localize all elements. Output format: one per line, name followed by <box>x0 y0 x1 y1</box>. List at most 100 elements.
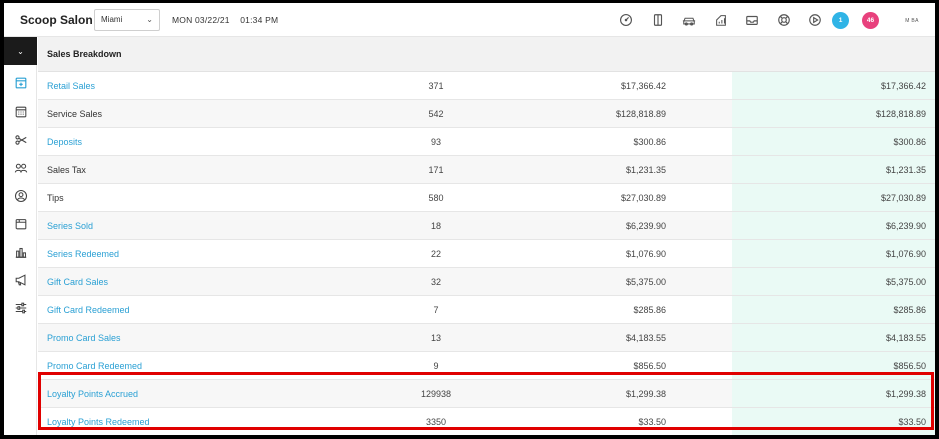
row-amount: $1,231.35 <box>625 165 666 175</box>
row-label[interactable]: Promo Card Sales <box>47 324 121 352</box>
user-avatar[interactable]: M BA <box>900 12 924 29</box>
row-amount: $1,076.90 <box>625 249 666 259</box>
table-row: $285.86 Gift Card Redeemed 7 $285.86 <box>38 296 935 324</box>
row-total: $300.86 <box>732 128 935 155</box>
row-total: $1,299.38 <box>732 380 935 407</box>
lifebuoy-icon[interactable] <box>774 10 794 30</box>
row-label[interactable]: Gift Card Redeemed <box>47 296 130 324</box>
table-row: $4,183.55 Promo Card Sales 13 $4,183.55 <box>38 324 935 352</box>
table-row: $1,076.90 Series Redeemed 22 $1,076.90 <box>38 240 935 268</box>
row-quantity: 32 <box>430 277 441 287</box>
calendar-icon[interactable] <box>12 103 29 120</box>
table-row: $5,375.00 Gift Card Sales 32 $5,375.00 <box>38 268 935 296</box>
chevron-down-icon: ⌄ <box>146 15 153 24</box>
row-total: $4,183.55 <box>732 324 935 351</box>
section-title-text: Sales Breakdown <box>47 49 122 59</box>
row-total: $285.86 <box>732 296 935 323</box>
row-total: $17,366.42 <box>732 72 935 99</box>
sidebar: ⌄ <box>4 37 37 435</box>
clients-icon[interactable] <box>12 159 29 176</box>
row-quantity: 13 <box>430 333 441 343</box>
reports-icon[interactable] <box>12 243 29 260</box>
row-label[interactable]: Gift Card Sales <box>47 268 108 296</box>
table-row: $1,299.38 Loyalty Points Accrued 129938 $1,… <box>38 380 935 408</box>
add-appointment-icon[interactable] <box>12 74 29 91</box>
row-label[interactable]: Promo Card Redeemed <box>47 352 142 380</box>
row-amount: $5,375.00 <box>625 277 666 287</box>
user-circle-icon[interactable] <box>12 187 29 204</box>
table-body: $17,366.42 Retail Sales 371 $17,366.42 $128,… <box>38 72 935 435</box>
car-icon[interactable] <box>679 10 699 30</box>
datetime-display: MON 03/22/21 01:34 PM <box>172 15 278 25</box>
top-icon-bar <box>616 10 837 30</box>
top-bar: Scoop Salon Miami ⌄ MON 03/22/21 01:34 P… <box>4 3 935 37</box>
location-select[interactable]: Miami ⌄ <box>94 8 160 31</box>
row-quantity: 93 <box>430 137 441 147</box>
row-label[interactable]: Series Redeemed <box>47 240 119 268</box>
chevron-down-icon: ⌄ <box>17 46 24 56</box>
table-row: $33.50 Loyalty Points Redeemed 3350 $33.50 <box>38 408 935 435</box>
app-window: Scoop Salon Miami ⌄ MON 03/22/21 01:34 P… <box>4 3 935 435</box>
row-quantity: 580 <box>428 193 444 203</box>
row-amount: $33.50 <box>638 417 666 427</box>
current-date: MON 03/22/21 <box>172 14 230 25</box>
row-quantity: 171 <box>428 165 444 175</box>
row-quantity: 3350 <box>425 417 447 427</box>
table-row: $6,239.90 Series Sold 18 $6,239.90 <box>38 212 935 240</box>
row-amount: $285.86 <box>633 305 666 315</box>
row-amount: $4,183.55 <box>625 333 666 343</box>
row-quantity: 371 <box>428 81 444 91</box>
sales-breakdown-table: Sales Breakdown $17,366.42 Retail Sales 37… <box>38 37 935 435</box>
scissors-icon[interactable] <box>12 131 29 148</box>
register-icon[interactable] <box>12 215 29 232</box>
chart-clipboard-icon[interactable] <box>711 10 731 30</box>
app-title: Scoop Salon <box>20 12 93 27</box>
row-quantity: 542 <box>428 109 444 119</box>
row-quantity: 7 <box>433 305 439 315</box>
row-amount: $17,366.42 <box>620 81 666 91</box>
sidebar-toggle[interactable]: ⌄ <box>4 37 37 65</box>
table-row: $300.86 Deposits 93 $300.86 <box>38 128 935 156</box>
message-badge[interactable]: 46 <box>862 12 879 29</box>
play-circle-icon[interactable] <box>805 10 825 30</box>
inbox-icon[interactable] <box>742 10 762 30</box>
notification-badge[interactable]: 1 <box>832 12 849 29</box>
row-amount: $300.86 <box>633 137 666 147</box>
row-total: $6,239.90 <box>732 212 935 239</box>
row-label[interactable]: Loyalty Points Redeemed <box>47 408 150 435</box>
row-amount: $6,239.90 <box>625 221 666 231</box>
table-row: $27,030.89 Tips 580 $27,030.89 <box>38 184 935 212</box>
door-icon[interactable] <box>648 10 668 30</box>
row-amount: $128,818.89 <box>615 109 666 119</box>
row-total: $1,231.35 <box>732 156 935 183</box>
table-row: $1,231.35 Sales Tax 171 $1,231.35 <box>38 156 935 184</box>
row-quantity: 129938 <box>420 389 452 399</box>
row-total: $33.50 <box>732 408 935 435</box>
sliders-icon[interactable] <box>12 299 29 316</box>
row-total: $856.50 <box>732 352 935 379</box>
table-row: $128,818.89 Service Sales 542 $128,818.89 <box>38 100 935 128</box>
row-label[interactable]: Retail Sales <box>47 72 95 100</box>
row-label: Sales Tax <box>47 165 86 175</box>
row-quantity: 9 <box>433 361 439 371</box>
row-label[interactable]: Deposits <box>47 128 82 156</box>
row-total: $27,030.89 <box>732 184 935 211</box>
section-title: Sales Breakdown <box>38 37 935 72</box>
current-time: 01:34 PM <box>240 14 279 25</box>
row-amount: $856.50 <box>633 361 666 371</box>
megaphone-icon[interactable] <box>12 271 29 288</box>
row-total: $1,076.90 <box>732 240 935 267</box>
row-quantity: 18 <box>430 221 441 231</box>
speedometer-icon[interactable] <box>616 10 636 30</box>
table-row: $856.50 Promo Card Redeemed 9 $856.50 <box>38 352 935 380</box>
table-row: $17,366.42 Retail Sales 371 $17,366.42 <box>38 72 935 100</box>
row-label: Tips <box>47 193 64 203</box>
row-label[interactable]: Series Sold <box>47 212 93 240</box>
row-amount: $1,299.38 <box>625 389 666 399</box>
row-label[interactable]: Loyalty Points Accrued <box>47 380 138 408</box>
row-quantity: 22 <box>430 249 441 259</box>
location-value: Miami <box>101 15 123 24</box>
row-total: $5,375.00 <box>732 268 935 295</box>
row-total: $128,818.89 <box>732 100 935 127</box>
row-amount: $27,030.89 <box>620 193 666 203</box>
